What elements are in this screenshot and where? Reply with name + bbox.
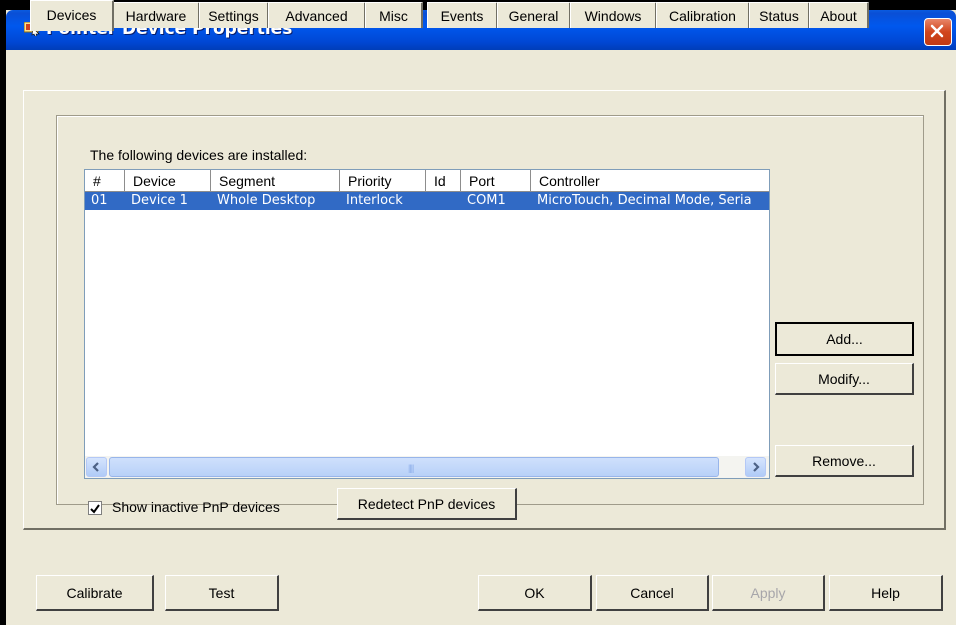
tab-status[interactable]: Status	[749, 2, 810, 28]
tab-about[interactable]: About	[809, 2, 869, 28]
arrow-left-icon	[92, 462, 99, 472]
column-header-segment[interactable]: Segment	[211, 170, 340, 192]
tab-general[interactable]: General	[497, 2, 571, 28]
horizontal-scrollbar[interactable]: ||||	[85, 456, 769, 478]
apply-button[interactable]: Apply	[712, 575, 825, 611]
close-button[interactable]	[924, 18, 952, 46]
tab-hardware[interactable]: Hardware	[113, 2, 200, 28]
cell-port: COM1	[467, 193, 506, 208]
show-inactive-checkbox[interactable]	[88, 501, 102, 515]
devices-list[interactable]: # Device Segment Priority Id Port Contro…	[84, 169, 770, 479]
scroll-thumb[interactable]: ||||	[109, 457, 719, 477]
close-icon	[930, 24, 944, 38]
redetect-pnp-button[interactable]: Redetect PnP devices	[337, 488, 517, 520]
cell-device: Device 1	[131, 193, 188, 208]
column-header-number[interactable]: #	[85, 170, 125, 192]
list-header: # Device Segment Priority Id Port Contro…	[85, 170, 769, 192]
modify-button[interactable]: Modify...	[775, 363, 914, 395]
tab-settings[interactable]: Settings	[199, 2, 269, 28]
cell-priority: Interlock	[346, 193, 403, 208]
remove-button[interactable]: Remove...	[775, 445, 914, 477]
table-row[interactable]: 01 Device 1 Whole Desktop Interlock COM1…	[85, 192, 769, 210]
arrow-right-icon	[753, 462, 760, 472]
cell-number: 01	[91, 193, 108, 208]
tab-calibration[interactable]: Calibration	[656, 2, 750, 28]
tab-misc[interactable]: Misc	[365, 2, 423, 28]
test-button[interactable]: Test	[165, 575, 279, 611]
help-button[interactable]: Help	[829, 575, 943, 611]
cancel-button[interactable]: Cancel	[596, 575, 709, 611]
ok-button[interactable]: OK	[478, 575, 592, 611]
column-header-id[interactable]: Id	[426, 170, 461, 192]
devices-list-caption: The following devices are installed:	[90, 147, 308, 163]
grip-icon: ||||	[408, 463, 414, 473]
cell-controller: MicroTouch, Decimal Mode, Seria	[537, 193, 752, 208]
column-header-port[interactable]: Port	[461, 170, 531, 192]
scroll-right-button[interactable]	[745, 457, 766, 477]
column-header-priority[interactable]: Priority	[340, 170, 426, 192]
calibrate-button[interactable]: Calibrate	[36, 575, 154, 611]
cell-id	[426, 192, 461, 210]
checkmark-icon	[90, 504, 100, 514]
column-header-device[interactable]: Device	[125, 170, 211, 192]
tab-windows[interactable]: Windows	[570, 2, 657, 28]
tab-events[interactable]: Events	[427, 2, 498, 28]
column-header-controller[interactable]: Controller	[531, 170, 769, 192]
tab-devices[interactable]: Devices	[30, 0, 114, 31]
tab-advanced[interactable]: Advanced	[268, 2, 366, 28]
show-inactive-label[interactable]: Show inactive PnP devices	[112, 499, 280, 515]
add-button[interactable]: Add...	[775, 322, 914, 356]
scroll-left-button[interactable]	[86, 457, 107, 477]
cell-segment: Whole Desktop	[217, 193, 316, 208]
